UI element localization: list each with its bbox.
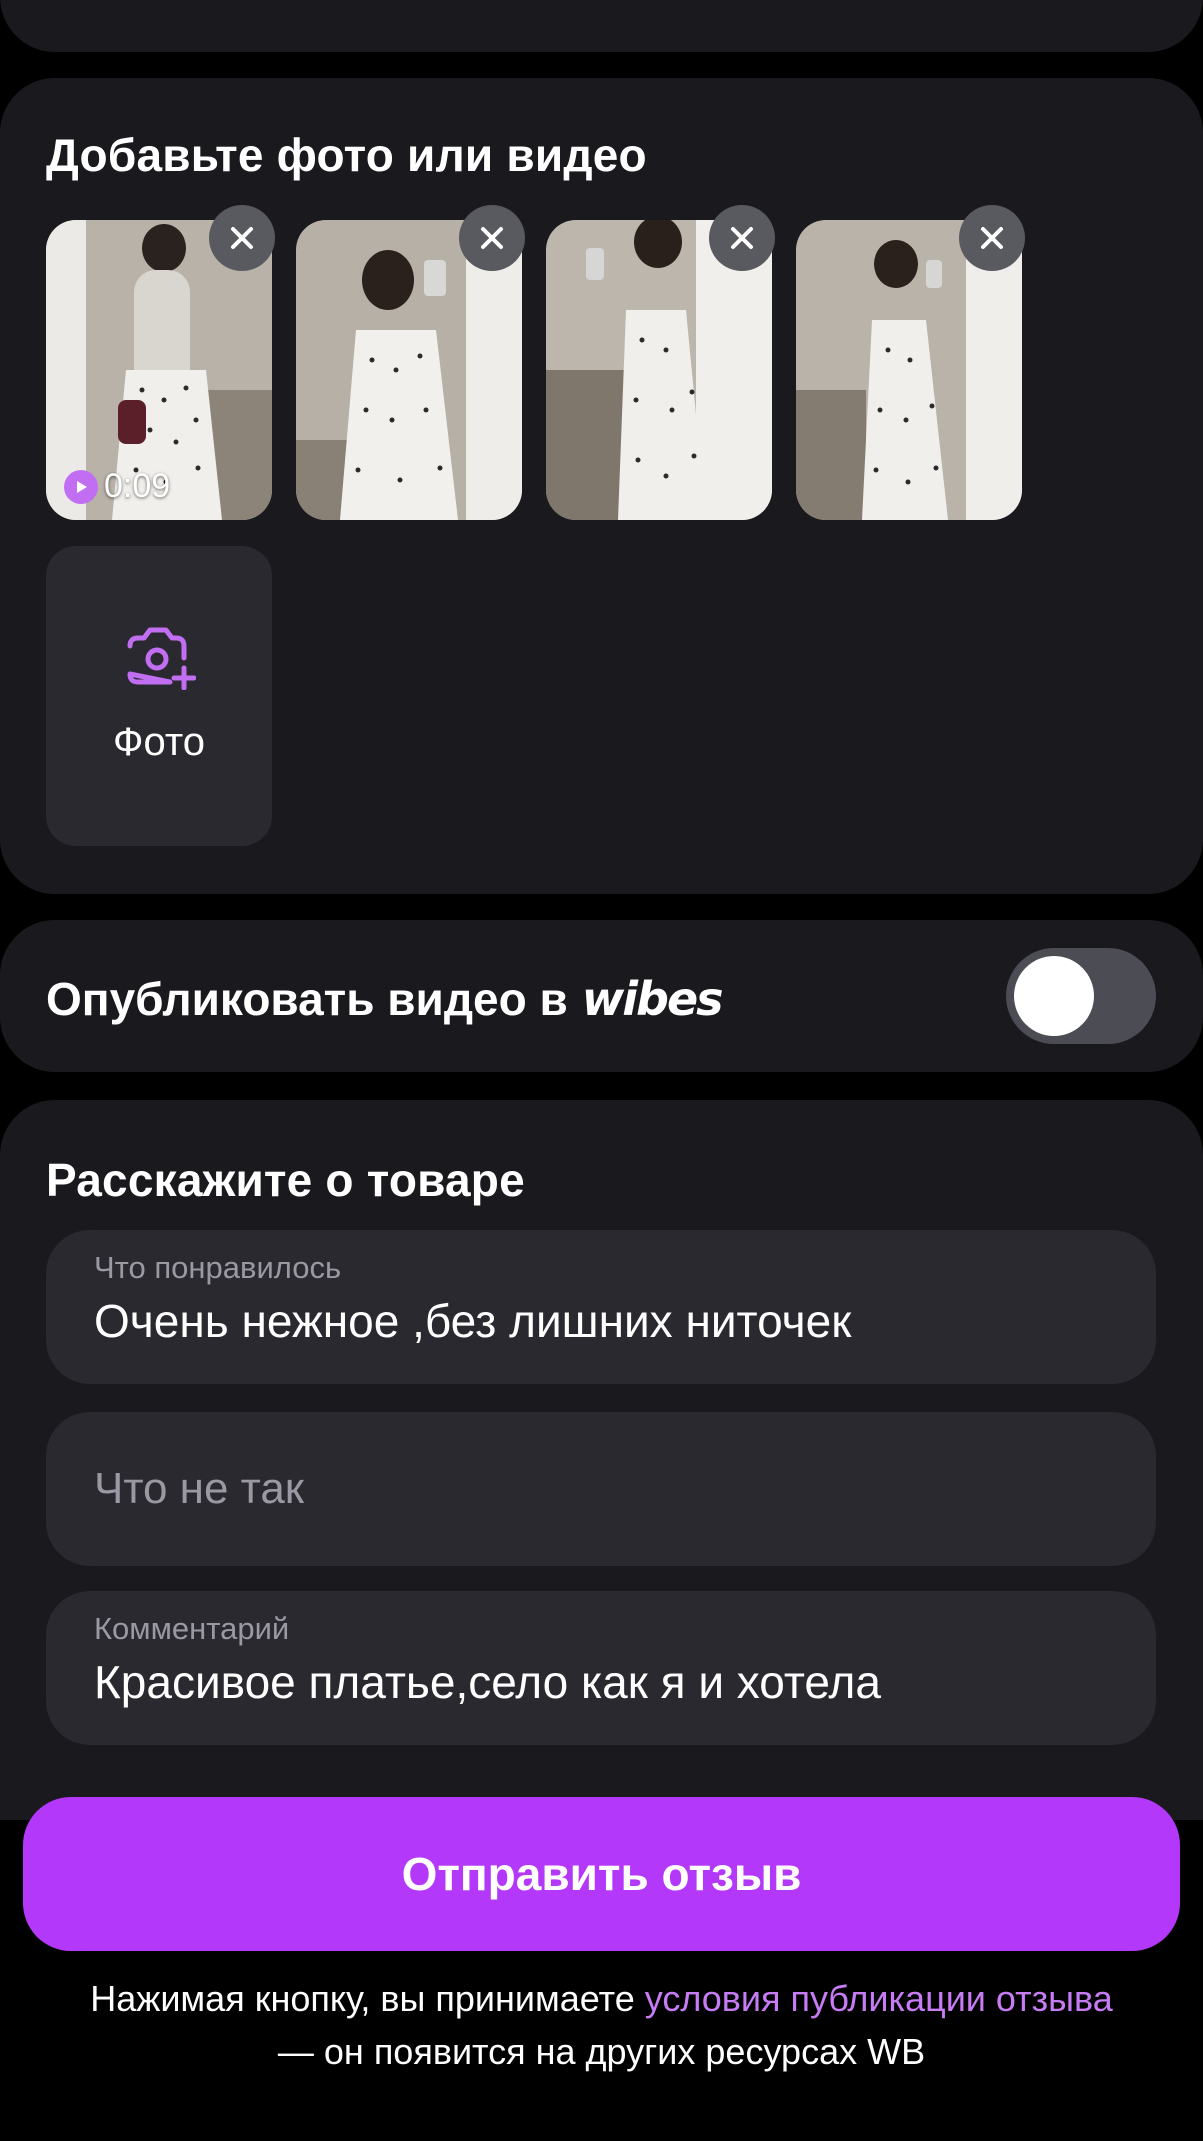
pros-field-value: Очень нежное ,без лишних ниточек (94, 1295, 852, 1347)
comment-field-label: Комментарий (94, 1611, 290, 1646)
publication-terms-link[interactable]: условия публикации отзыва (645, 1978, 1113, 2019)
publish-vibes-label: Опубликовать видео в wibes (46, 972, 724, 1026)
media-section-title: Добавьте фото или видео (46, 129, 647, 181)
close-icon (981, 227, 1003, 249)
publish-vibes-toggle[interactable] (1006, 948, 1156, 1044)
play-icon (64, 469, 98, 504)
video-duration: 0:09 (104, 467, 171, 505)
remove-media-button[interactable] (959, 205, 1025, 271)
close-icon (231, 227, 253, 249)
video-duration-badge: 0:09 (64, 467, 170, 506)
review-screen: Добавьте фото или видео 0:09 Фото Опубли… (0, 0, 1203, 2141)
cons-field[interactable]: Что не так (46, 1412, 1156, 1566)
close-icon (731, 227, 753, 249)
comment-field-value: Красивое платье,село как я и хотела (94, 1656, 881, 1708)
wibes-logo: wibes (581, 972, 724, 1026)
review-section-title: Расскажите о товаре (46, 1154, 525, 1206)
publish-vibes-text: Опубликовать видео в (46, 973, 568, 1025)
remove-media-button[interactable] (209, 205, 275, 271)
toggle-knob (1014, 956, 1094, 1036)
disclaimer-prefix: Нажимая кнопку, вы принимаете (90, 1978, 645, 2019)
disclaimer-suffix: — он появится на других ресурсах WB (277, 2031, 926, 2072)
cons-field-placeholder: Что не так (94, 1464, 305, 1513)
comment-field[interactable]: Комментарий Красивое платье,село как я и… (46, 1591, 1156, 1745)
remove-media-button[interactable] (459, 205, 525, 271)
close-icon (481, 227, 503, 249)
submit-disclaimer: Нажимая кнопку, вы принимаете условия пу… (0, 1972, 1203, 2078)
pros-field[interactable]: Что понравилось Очень нежное ,без лишних… (46, 1230, 1156, 1384)
remove-media-button[interactable] (709, 205, 775, 271)
submit-review-button[interactable]: Отправить отзыв (23, 1797, 1180, 1951)
add-photo-button[interactable] (46, 546, 272, 846)
pros-field-label: Что понравилось (94, 1250, 342, 1285)
camera-plus-icon (127, 627, 196, 690)
previous-section-card (0, 0, 1203, 52)
add-photo-label: Фото (113, 720, 205, 764)
